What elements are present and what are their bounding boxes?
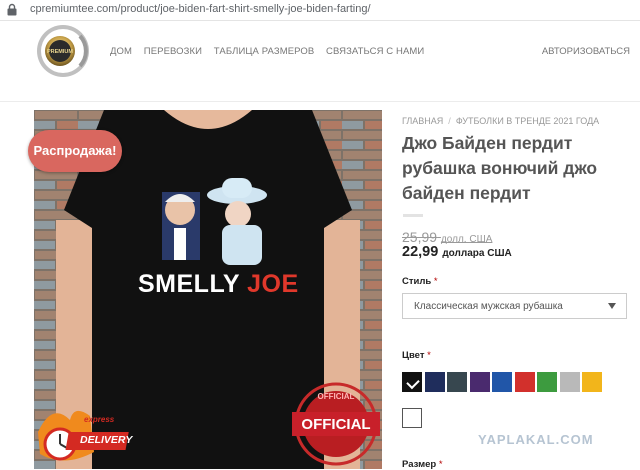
- required-mark: *: [433, 276, 438, 287]
- logo[interactable]: PREMIUM: [36, 24, 90, 78]
- express-text: express: [84, 415, 115, 424]
- product-title: Джо Байден пердит рубашка вонючий джо ба…: [402, 133, 598, 203]
- color-swatch[interactable]: [559, 372, 580, 392]
- chevron-down-icon: [608, 303, 616, 309]
- official-text: OFFICIAL: [301, 416, 371, 433]
- old-price: 25,99 долл. США: [402, 229, 492, 245]
- size-label-text: Размер: [402, 459, 437, 470]
- sale-badge: Распродажа!: [28, 130, 122, 172]
- login-link[interactable]: АВТОРИЗОВАТЬСЯ: [542, 46, 630, 57]
- official-text-small: OFFICIAL: [317, 392, 355, 401]
- svg-text:PREMIUM: PREMIUM: [47, 49, 73, 55]
- checkmark-icon: [406, 375, 420, 390]
- shirt-print-text: SMELLY JOE: [138, 270, 299, 299]
- color-swatch[interactable]: [424, 372, 445, 392]
- shirt-text-smelly: SMELLY: [138, 270, 240, 298]
- delivery-badge: express DELIVERY: [34, 402, 134, 469]
- lock-icon: [7, 3, 17, 16]
- url-text[interactable]: cpremiumtee.com/product/joe-biden-fart-s…: [30, 3, 371, 15]
- required-mark: *: [427, 350, 431, 361]
- old-price-value: 25,99: [402, 229, 438, 245]
- style-label-text: Стиль: [402, 276, 432, 287]
- color-swatch[interactable]: [492, 372, 512, 392]
- nav-item-size-chart[interactable]: ТАБЛИЦА РАЗМЕРОВ: [214, 46, 315, 57]
- delivery-text: DELIVERY: [80, 434, 133, 446]
- nav-item-shipping[interactable]: ПЕРЕВОЗКИ: [144, 46, 202, 57]
- style-select[interactable]: Классическая мужская рубашка: [402, 293, 627, 319]
- style-selected-value: Классическая мужская рубашка: [414, 301, 563, 312]
- current-price-unit: доллара США: [442, 248, 512, 259]
- color-swatch[interactable]: [514, 372, 535, 392]
- style-label: Стиль *: [402, 276, 438, 287]
- color-swatch[interactable]: [469, 372, 490, 392]
- size-label: Размер *: [402, 459, 443, 470]
- site-header: PREMIUM ДОМ ПЕРЕВОЗКИ ТАБЛИЦА РАЗМЕРОВ С…: [0, 21, 640, 102]
- main-nav: ДОМ ПЕРЕВОЗКИ ТАБЛИЦА РАЗМЕРОВ СВЯЗАТЬСЯ…: [110, 46, 433, 57]
- color-label-text: Цвет: [402, 350, 425, 361]
- color-swatch[interactable]: [447, 372, 467, 392]
- nav-item-contact[interactable]: СВЯЗАТЬСЯ С НАМИ: [326, 46, 424, 57]
- color-swatch[interactable]: [582, 372, 602, 392]
- required-mark: *: [438, 459, 443, 470]
- nav-item-home[interactable]: ДОМ: [110, 46, 132, 57]
- color-label: Цвет *: [402, 350, 431, 361]
- color-swatch-extra[interactable]: [402, 408, 422, 428]
- official-badge: OFFICIAL OFFICIAL: [292, 378, 382, 468]
- current-price: 22,99 доллара США: [402, 244, 512, 260]
- color-swatch[interactable]: [402, 372, 422, 392]
- breadcrumb-category[interactable]: ФУТБОЛКИ В ТРЕНДЕ 2021 ГОДА: [456, 116, 599, 126]
- breadcrumb-home[interactable]: ГЛАВНАЯ: [402, 116, 443, 126]
- shirt-text-joe: JOE: [247, 270, 299, 298]
- color-swatch[interactable]: [537, 372, 557, 392]
- breadcrumb: ГЛАВНАЯ / ФУТБОЛКИ В ТРЕНДЕ 2021 ГОДА: [402, 116, 599, 126]
- title-divider: [403, 214, 423, 217]
- current-price-value: 22,99: [402, 244, 439, 260]
- breadcrumb-separator: /: [448, 116, 451, 126]
- address-bar[interactable]: cpremiumtee.com/product/joe-biden-fart-s…: [0, 0, 640, 21]
- watermark: YAPLAKAL.COM: [478, 432, 594, 447]
